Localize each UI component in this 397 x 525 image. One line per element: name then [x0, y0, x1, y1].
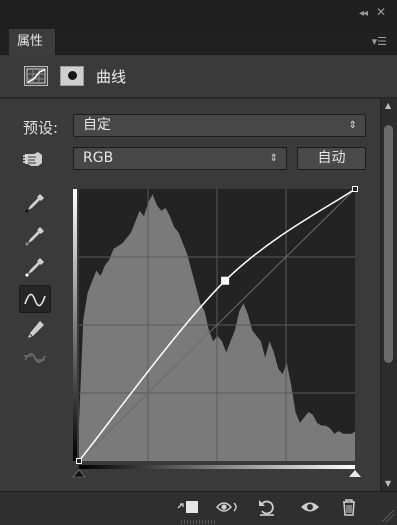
curve-point-tool-icon[interactable] — [19, 285, 51, 313]
curves-graph-svg[interactable] — [69, 185, 361, 485]
black-point-eyedropper-icon[interactable] — [22, 191, 48, 215]
targeted-adjustment-hand-icon[interactable] — [22, 147, 48, 171]
panel-title-bar: ◂◂ ✕ — [0, 0, 397, 29]
black-input-slider — [72, 469, 86, 478]
preset-value: 自定 — [83, 117, 111, 133]
preset-dropdown[interactable]: 自定 ⇕ — [73, 114, 366, 137]
curves-adjustment-icon[interactable] — [24, 66, 48, 86]
tab-properties[interactable]: 属性 — [9, 29, 57, 55]
preset-label: 预设: — [23, 119, 59, 137]
curve-control-point[interactable] — [221, 276, 230, 285]
channel-dropdown[interactable]: RGB ⇕ — [73, 147, 287, 170]
scroll-down-icon[interactable]: ▼ — [385, 479, 391, 488]
panel-tab-row: 属性 ▾☰ — [0, 29, 397, 55]
pencil-tool-icon[interactable] — [22, 318, 48, 342]
panel-resize-grip[interactable] — [181, 520, 217, 524]
scroll-up-icon[interactable]: ▲ — [385, 101, 391, 110]
properties-header: 曲线 — [0, 55, 397, 98]
collapse-panel-icon[interactable]: ◂◂ — [359, 8, 368, 19]
clip-to-layer-icon[interactable] — [174, 496, 202, 518]
auto-button[interactable]: 自动 — [297, 147, 366, 170]
close-panel-icon[interactable]: ✕ — [376, 5, 386, 19]
panel-menu-icon[interactable]: ▾☰ — [372, 35, 387, 48]
input-gradient-bar — [79, 465, 355, 469]
scroll-thumb[interactable] — [384, 125, 393, 363]
panel-scrollbar[interactable]: ▲ ▼ — [380, 99, 397, 491]
channel-value: RGB — [83, 150, 114, 166]
smooth-curve-icon — [22, 346, 48, 370]
white-point-eyedropper-icon[interactable] — [22, 255, 48, 279]
properties-footer — [0, 491, 397, 525]
view-previous-state-icon[interactable] — [214, 496, 242, 518]
gray-point-eyedropper-icon[interactable] — [22, 224, 48, 248]
panel-title: 曲线 — [96, 68, 127, 86]
corner-resize-grip[interactable] — [382, 510, 394, 522]
output-gradient-bar — [73, 189, 77, 461]
reset-adjustments-icon[interactable] — [255, 496, 279, 518]
dropdown-arrow-icon: ⇕ — [348, 120, 357, 131]
dropdown-arrow-icon: ⇕ — [269, 153, 278, 164]
delete-adjustment-icon[interactable] — [337, 496, 361, 518]
white-input-slider — [349, 470, 361, 477]
curve-control-point[interactable] — [76, 458, 82, 464]
toggle-visibility-icon[interactable] — [297, 496, 323, 518]
layer-mask-icon[interactable] — [60, 66, 84, 86]
curve-control-point[interactable] — [352, 186, 358, 192]
curves-graph[interactable] — [69, 185, 361, 485]
